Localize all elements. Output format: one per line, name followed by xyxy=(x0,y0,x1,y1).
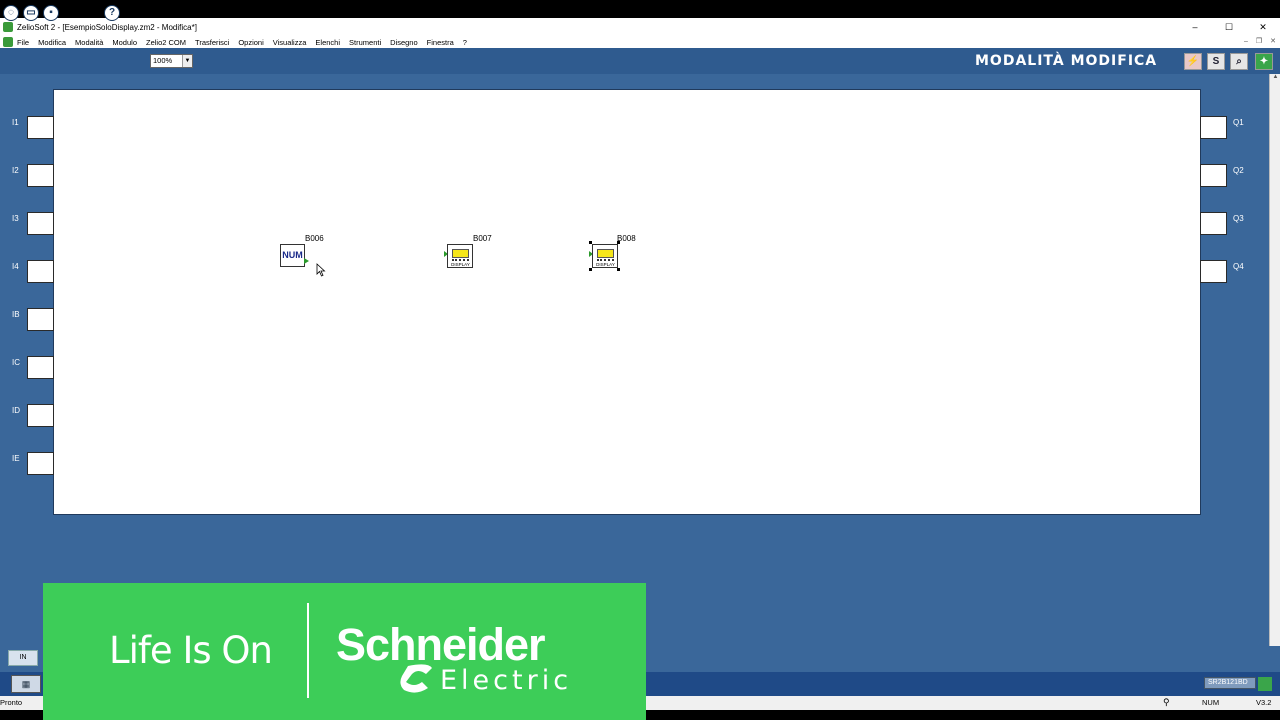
open-folder-icon[interactable]: ▭ xyxy=(23,5,39,21)
selection-handle[interactable] xyxy=(617,268,620,271)
schneider-logo-icon xyxy=(400,664,432,693)
schneider-banner: Life Is On Schneider Electric xyxy=(43,583,646,720)
maximize-button[interactable]: ☐ xyxy=(1212,18,1246,36)
selection-handle[interactable] xyxy=(589,241,592,244)
save-icon[interactable]: ▪ xyxy=(43,5,59,21)
input-label-ib: IB xyxy=(12,310,20,319)
output-slot-q3[interactable] xyxy=(1200,212,1227,235)
display-block-text: DISPLAY xyxy=(451,262,470,267)
output-label-q1: Q1 xyxy=(1233,118,1244,127)
output-label-q4: Q4 xyxy=(1233,262,1244,271)
close-button[interactable]: ✕ xyxy=(1246,18,1280,36)
minimize-button[interactable]: – xyxy=(1178,18,1212,36)
zelio-logo-button[interactable]: ✦ xyxy=(1255,53,1273,70)
electric-wordmark: Electric xyxy=(440,665,573,696)
schneider-wordmark: Schneider xyxy=(336,619,546,670)
output-slot-q1[interactable] xyxy=(1200,116,1227,139)
banner-divider xyxy=(307,603,309,698)
module-model-badge: SR2B121BD xyxy=(1204,677,1256,689)
output-slot-q4[interactable] xyxy=(1200,260,1227,283)
status-text: Pronto xyxy=(0,698,23,707)
document-icon xyxy=(3,37,13,47)
fbd-canvas[interactable] xyxy=(53,89,1201,515)
output-label-q3: Q3 xyxy=(1233,214,1244,223)
menu-disegno[interactable]: Disegno xyxy=(390,38,418,47)
input-slot-ie[interactable] xyxy=(27,452,54,475)
display-block-b008[interactable]: DISPLAY xyxy=(592,244,618,268)
input-slot-id[interactable] xyxy=(27,404,54,427)
menu-strumenti[interactable]: Strumenti xyxy=(349,38,381,47)
input-slot-i2[interactable] xyxy=(27,164,54,187)
ladder-mode-button[interactable]: ⚡ xyxy=(1184,53,1202,70)
display-block-text: DISPLAY xyxy=(596,262,615,267)
new-file-icon[interactable]: ◌ xyxy=(3,5,19,21)
input-label-i1: I1 xyxy=(12,118,19,127)
menu-finestra[interactable]: Finestra xyxy=(427,38,454,47)
menu-opzioni[interactable]: Opzioni xyxy=(238,38,263,47)
input-label-i2: I2 xyxy=(12,166,19,175)
input-slot-ic[interactable] xyxy=(27,356,54,379)
menu-bar: File Modifica Modalità Modulo Zelio2 COM… xyxy=(0,36,1280,48)
monitoring-mode-button[interactable]: ⌕ xyxy=(1230,53,1248,70)
display-keys xyxy=(452,259,469,261)
input-label-i4: I4 xyxy=(12,262,19,271)
input-slot-ib[interactable] xyxy=(27,308,54,331)
display-block-b007[interactable]: DISPLAY xyxy=(447,244,473,268)
output-pin-icon[interactable] xyxy=(304,258,309,264)
menu-modalita[interactable]: Modalità xyxy=(75,38,103,47)
zoom-select[interactable]: 100% ▼ xyxy=(150,54,193,68)
io-palette-icon[interactable]: ▦ xyxy=(11,675,41,693)
display-screen-icon xyxy=(597,249,614,258)
status-num-indicator: NUM xyxy=(1202,698,1220,707)
output-label-q2: Q2 xyxy=(1233,166,1244,175)
status-module-icon: ⚲ xyxy=(1163,697,1170,707)
display-screen-icon xyxy=(452,249,469,258)
tab-in[interactable]: IN xyxy=(8,650,38,666)
status-version: V3.2 xyxy=(1256,698,1272,707)
scroll-up-icon[interactable]: ▲ xyxy=(1270,74,1280,84)
selection-handle[interactable] xyxy=(617,241,620,244)
input-label-ie: IE xyxy=(12,454,20,463)
mdi-close-button[interactable]: ✕ xyxy=(1270,36,1276,48)
num-block-b006[interactable]: NUM xyxy=(280,244,305,267)
input-label-id: ID xyxy=(12,406,20,415)
input-label-ic: IC xyxy=(12,358,20,367)
input-slot-i4[interactable] xyxy=(27,260,54,283)
life-is-on-text: Life Is On xyxy=(109,629,273,672)
input-label-i3: I3 xyxy=(12,214,19,223)
zelio-logo-icon xyxy=(1258,677,1272,691)
mdi-minimize-button[interactable]: – xyxy=(1244,36,1248,48)
menu-help[interactable]: ? xyxy=(463,38,467,47)
mouse-cursor-icon xyxy=(316,263,326,277)
menu-zelio2-com[interactable]: Zelio2 COM xyxy=(146,38,186,47)
menu-trasferisci[interactable]: Trasferisci xyxy=(195,38,229,47)
block-label-b006: B006 xyxy=(305,234,324,243)
display-keys xyxy=(597,259,614,261)
zoom-value: 100% xyxy=(153,56,173,65)
help-button[interactable]: ? xyxy=(104,5,120,21)
input-slot-i3[interactable] xyxy=(27,212,54,235)
mdi-restore-button[interactable]: ❐ xyxy=(1256,36,1262,48)
menu-visualizza[interactable]: Visualizza xyxy=(273,38,307,47)
simulation-mode-button[interactable]: S xyxy=(1207,53,1225,70)
block-label-b007: B007 xyxy=(473,234,492,243)
title-bar: ZelioSoft 2 - [EsempioSoloDisplay.zm2 - … xyxy=(0,18,1280,36)
top-black-band xyxy=(0,0,1280,18)
input-slot-i1[interactable] xyxy=(27,116,54,139)
chevron-down-icon: ▼ xyxy=(182,55,192,67)
selection-handle[interactable] xyxy=(589,268,592,271)
menu-file[interactable]: File xyxy=(17,38,29,47)
vertical-scrollbar[interactable]: ▲ xyxy=(1269,74,1280,646)
zeliosoft-window: ZelioSoft 2 - [EsempioSoloDisplay.zm2 - … xyxy=(0,0,1280,720)
menu-modulo[interactable]: Modulo xyxy=(112,38,137,47)
mode-title: MODALITÀ MODIFICA xyxy=(975,53,1158,69)
app-icon xyxy=(3,22,13,32)
menu-modifica[interactable]: Modifica xyxy=(38,38,66,47)
window-title: ZelioSoft 2 - [EsempioSoloDisplay.zm2 - … xyxy=(17,22,197,32)
output-slot-q2[interactable] xyxy=(1200,164,1227,187)
menu-elenchi[interactable]: Elenchi xyxy=(315,38,340,47)
